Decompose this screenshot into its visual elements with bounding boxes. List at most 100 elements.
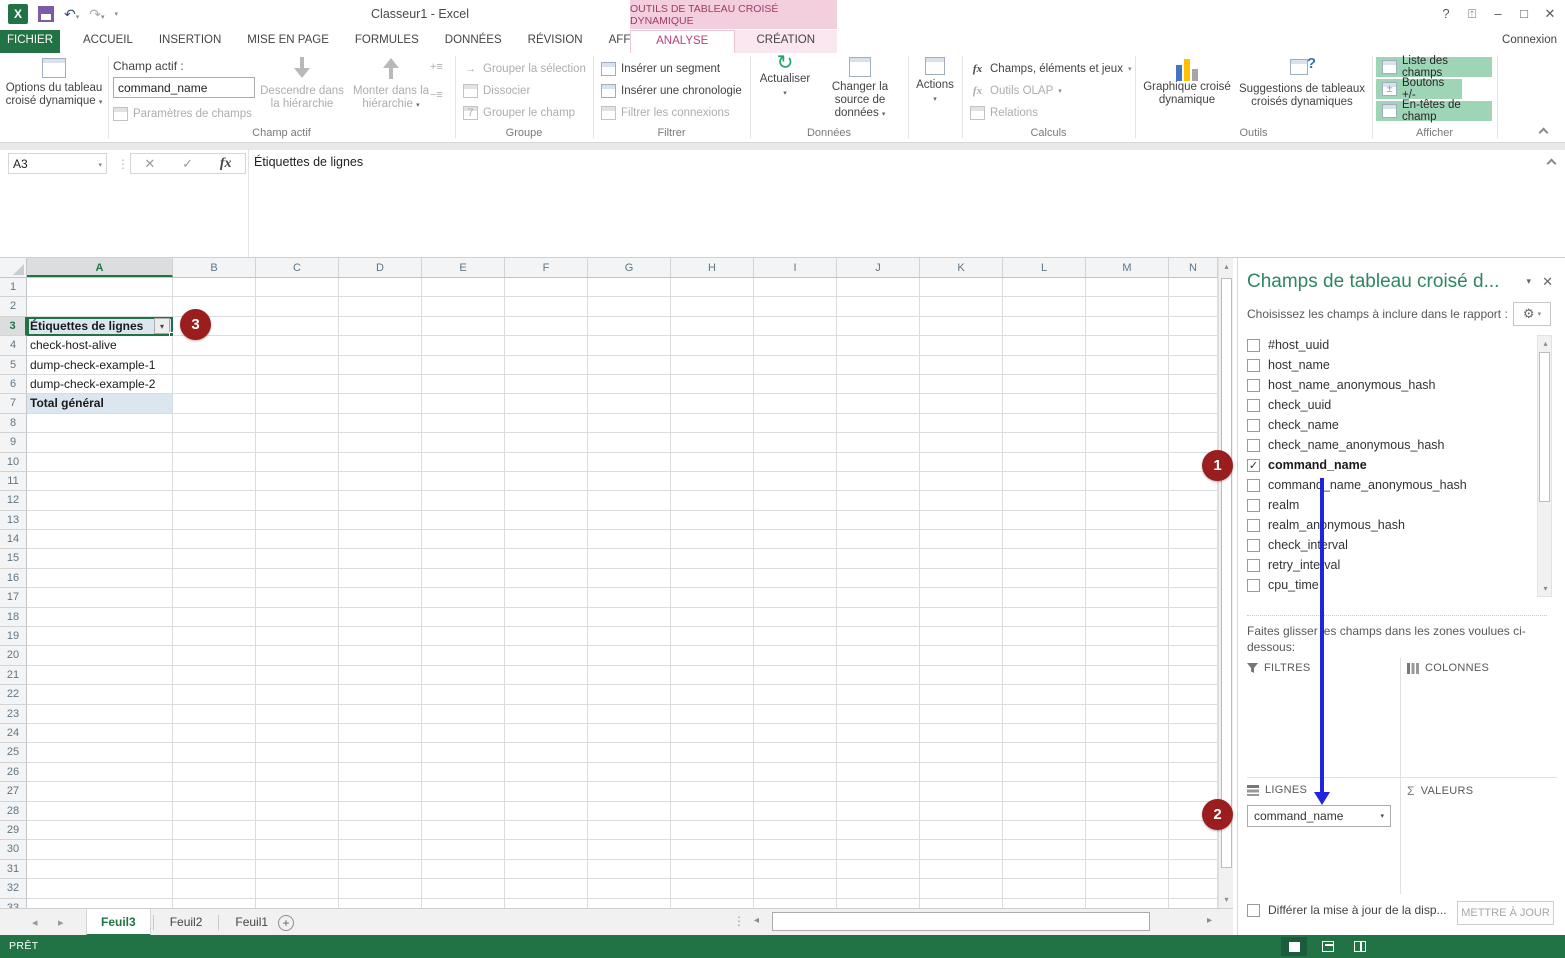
cell-E1[interactable] — [422, 278, 505, 297]
cell-D27[interactable] — [339, 782, 422, 801]
cell-G23[interactable] — [588, 705, 671, 724]
cell-F32[interactable] — [505, 879, 588, 898]
cell-M17[interactable] — [1086, 588, 1169, 607]
tools-button[interactable]: ⚙▾ — [1513, 302, 1551, 326]
cell-J1[interactable] — [837, 278, 920, 297]
help-button[interactable]: ? — [1435, 6, 1457, 21]
cell-J2[interactable] — [837, 297, 920, 316]
maximize-button[interactable]: □ — [1513, 6, 1535, 21]
cell-M6[interactable] — [1086, 375, 1169, 394]
cell-A32[interactable] — [27, 879, 173, 898]
cell-L24[interactable] — [1003, 724, 1086, 743]
cell-M29[interactable] — [1086, 821, 1169, 840]
cell-B28[interactable] — [173, 802, 256, 821]
cell-A9[interactable] — [27, 433, 173, 452]
cell-N21[interactable] — [1169, 666, 1218, 685]
cell-B12[interactable] — [173, 491, 256, 510]
cell-H8[interactable] — [671, 414, 754, 433]
cell-N23[interactable] — [1169, 705, 1218, 724]
column-header-B[interactable]: B — [173, 258, 256, 277]
cell-I11[interactable] — [754, 472, 837, 491]
actions-button[interactable]: Actions▾ — [912, 57, 958, 106]
tab-fichier[interactable]: FICHIER — [0, 30, 60, 53]
row-header-10[interactable]: 10 — [0, 453, 27, 472]
cell-G13[interactable] — [588, 511, 671, 530]
cell-F15[interactable] — [505, 549, 588, 568]
field-item-realm_anonymous_hash[interactable]: realm_anonymous_hash — [1247, 515, 1537, 535]
scrollbar-splitter[interactable]: ⋮ — [733, 914, 745, 928]
cell-A12[interactable] — [27, 491, 173, 510]
row-header-18[interactable]: 18 — [0, 608, 27, 627]
cell-J8[interactable] — [837, 414, 920, 433]
field-item-realm[interactable]: realm — [1247, 495, 1537, 515]
cell-F11[interactable] — [505, 472, 588, 491]
group-selection-button[interactable]: →Grouper la sélection — [463, 58, 586, 79]
cell-I2[interactable] — [754, 297, 837, 316]
cell-H31[interactable] — [671, 860, 754, 879]
cell-G21[interactable] — [588, 666, 671, 685]
cell-C28[interactable] — [256, 802, 339, 821]
column-header-M[interactable]: M — [1086, 258, 1169, 277]
cell-M28[interactable] — [1086, 802, 1169, 821]
cell-I16[interactable] — [754, 569, 837, 588]
cell-F27[interactable] — [505, 782, 588, 801]
cell-E32[interactable] — [422, 879, 505, 898]
cell-L1[interactable] — [1003, 278, 1086, 297]
cell-M15[interactable] — [1086, 549, 1169, 568]
cell-A20[interactable] — [27, 646, 173, 665]
cell-L6[interactable] — [1003, 375, 1086, 394]
cell-H28[interactable] — [671, 802, 754, 821]
cell-D18[interactable] — [339, 608, 422, 627]
cell-M33[interactable] — [1086, 899, 1169, 909]
cell-D25[interactable] — [339, 743, 422, 762]
field-item-host_name_anonymous_hash[interactable]: host_name_anonymous_hash — [1247, 375, 1537, 395]
cell-J23[interactable] — [837, 705, 920, 724]
cell-I4[interactable] — [754, 336, 837, 355]
cell-D33[interactable] — [339, 899, 422, 909]
scroll-up-icon[interactable]: ▴ — [1539, 336, 1552, 351]
row-header-12[interactable]: 12 — [0, 491, 27, 510]
cell-B33[interactable] — [173, 899, 256, 909]
row-header-9[interactable]: 9 — [0, 433, 27, 452]
sheet-tab-Feuil1[interactable]: Feuil1 — [221, 909, 282, 936]
cell-B23[interactable] — [173, 705, 256, 724]
cell-L8[interactable] — [1003, 414, 1086, 433]
insert-timeline-button[interactable]: Insérer une chronologie — [601, 80, 742, 101]
cell-I5[interactable] — [754, 356, 837, 375]
column-header-A[interactable]: A — [27, 258, 173, 277]
row-header-14[interactable]: 14 — [0, 530, 27, 549]
pane-close-icon[interactable]: ✕ — [1542, 274, 1553, 290]
pane-options-icon[interactable]: ▾ — [1526, 276, 1531, 287]
cell-M13[interactable] — [1086, 511, 1169, 530]
cell-L11[interactable] — [1003, 472, 1086, 491]
zone-values[interactable]: ΣVALEURS — [1407, 780, 1555, 898]
cell-L23[interactable] — [1003, 705, 1086, 724]
cell-E12[interactable] — [422, 491, 505, 510]
cell-K5[interactable] — [920, 356, 1003, 375]
scroll-right-icon[interactable]: ▸ — [1207, 915, 1212, 926]
name-box[interactable]: A3▾ — [8, 153, 107, 174]
cell-C11[interactable] — [256, 472, 339, 491]
cell-G31[interactable] — [588, 860, 671, 879]
scroll-left-icon[interactable]: ◂ — [754, 915, 759, 926]
cell-B11[interactable] — [173, 472, 256, 491]
cell-D6[interactable] — [339, 375, 422, 394]
cell-M26[interactable] — [1086, 763, 1169, 782]
cell-C25[interactable] — [256, 743, 339, 762]
cell-D16[interactable] — [339, 569, 422, 588]
cell-C31[interactable] — [256, 860, 339, 879]
cell-M11[interactable] — [1086, 472, 1169, 491]
cell-B22[interactable] — [173, 685, 256, 704]
cell-J25[interactable] — [837, 743, 920, 762]
cell-A11[interactable] — [27, 472, 173, 491]
cell-I20[interactable] — [754, 646, 837, 665]
cell-A10[interactable] — [27, 453, 173, 472]
cell-I19[interactable] — [754, 627, 837, 646]
cell-H23[interactable] — [671, 705, 754, 724]
cell-E10[interactable] — [422, 453, 505, 472]
field-checkbox[interactable] — [1247, 399, 1260, 412]
row-header-32[interactable]: 32 — [0, 879, 27, 898]
cell-N5[interactable] — [1169, 356, 1218, 375]
cell-E17[interactable] — [422, 588, 505, 607]
cell-L30[interactable] — [1003, 840, 1086, 859]
